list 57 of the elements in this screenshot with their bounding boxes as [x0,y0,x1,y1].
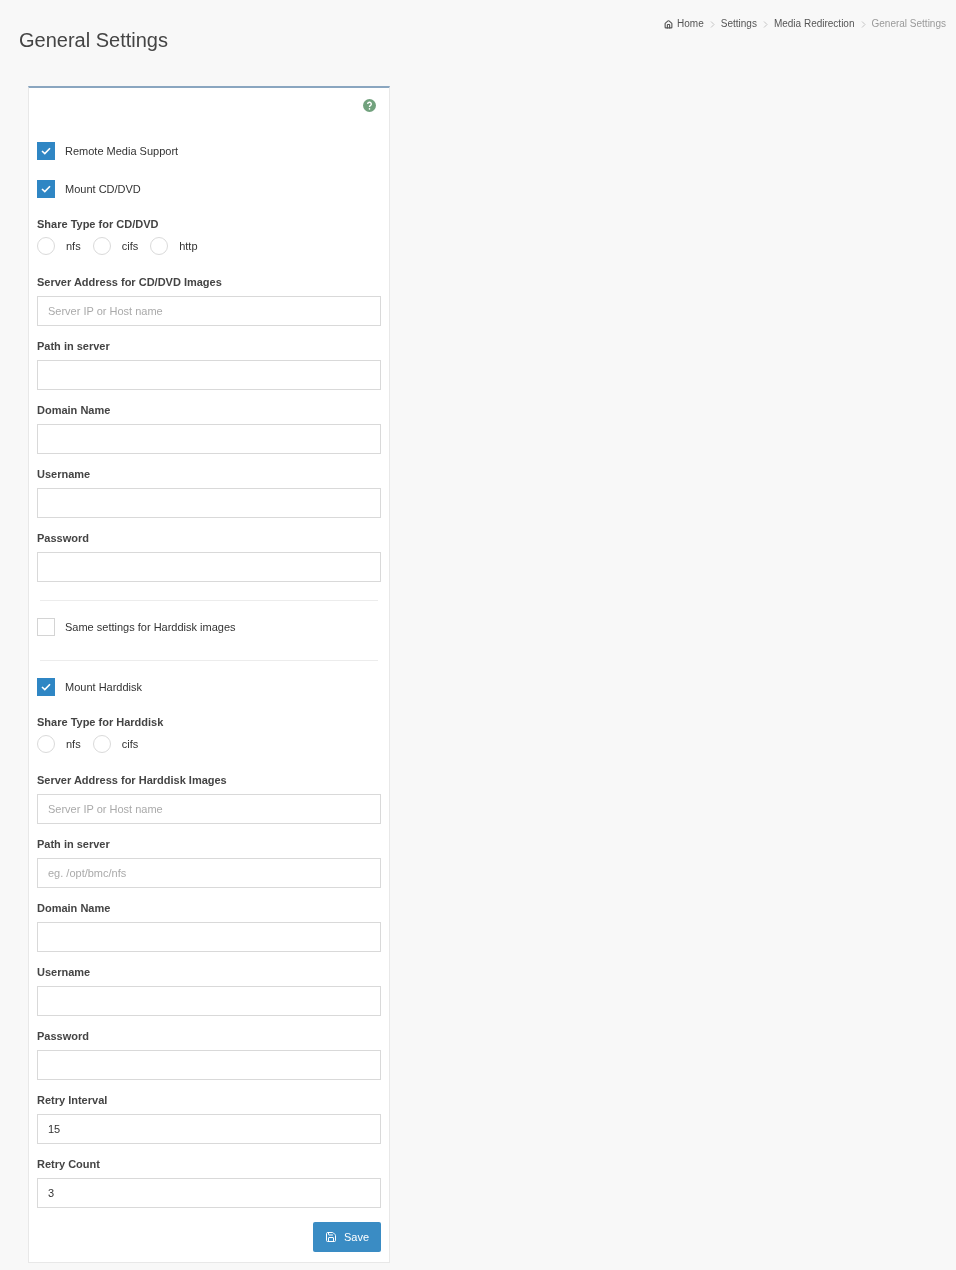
input-field[interactable]: Server IP or Host name [37,296,381,326]
save-button[interactable]: Save [312,1222,381,1252]
radio-label: cifs [121,737,139,751]
help-icon[interactable] [363,98,376,112]
input-field[interactable] [37,922,381,952]
chevron-icon [709,20,715,28]
input-field[interactable] [37,488,381,518]
radio-button[interactable] [37,237,55,255]
chevron-icon [762,20,768,28]
checkbox-label: Same settings for Harddisk images [65,620,236,634]
checkbox[interactable] [37,678,55,696]
field-label: Path in server [37,340,110,353]
breadcrumb-current: General Settings [871,17,946,31]
input-field[interactable]: Server IP or Host name [37,794,381,824]
checkbox[interactable] [37,180,55,198]
radio-button[interactable] [92,735,111,753]
field-label: Server Address for Harddisk Images [37,774,227,787]
field-label: Retry Interval [37,1094,108,1107]
page-title: General Settings [19,28,168,52]
radio-label: http [179,239,198,253]
checkbox-label: Mount Harddisk [65,680,143,694]
checkbox-label: Remote Media Support [65,144,179,158]
checkmark-icon [41,683,51,691]
input-field[interactable]: 15 [37,1114,381,1144]
input-field[interactable] [37,986,381,1016]
breadcrumb-link[interactable]: Home [664,14,704,34]
radio-button[interactable] [150,237,169,255]
input-field[interactable]: eg. /opt/bmc/nfs [37,858,381,888]
field-label: Share Type for CD/DVD [37,218,159,231]
checkmark-icon [41,147,51,155]
radio-label: nfs [66,239,81,253]
breadcrumb-link[interactable]: Media Redirection [773,14,855,34]
field-label: Share Type for Harddisk [37,716,164,729]
field-label: Domain Name [37,902,111,915]
radio-label: nfs [66,737,81,751]
field-label: Username [37,468,91,481]
field-label: Path in server [37,838,110,851]
radio-button[interactable] [92,237,111,255]
field-label: Server Address for CD/DVD Images [37,276,222,289]
field-label: Password [37,532,89,545]
input-field[interactable] [37,424,381,454]
home-icon [664,19,674,29]
field-label: Domain Name [37,404,111,417]
input-field[interactable] [37,552,381,582]
checkmark-icon [41,185,51,193]
input-field[interactable] [37,360,381,390]
breadcrumb-link[interactable]: Settings [720,14,757,34]
checkbox[interactable] [37,142,55,160]
radio-button[interactable] [37,735,55,753]
chevron-icon [860,20,866,28]
field-label: Username [37,966,91,979]
input-field[interactable]: 3 [37,1178,381,1208]
input-field[interactable] [37,1050,381,1080]
field-label: Password [37,1030,89,1043]
radio-label: cifs [121,239,139,253]
checkbox-label: Mount CD/DVD [65,182,141,196]
field-label: Retry Count [37,1158,100,1171]
